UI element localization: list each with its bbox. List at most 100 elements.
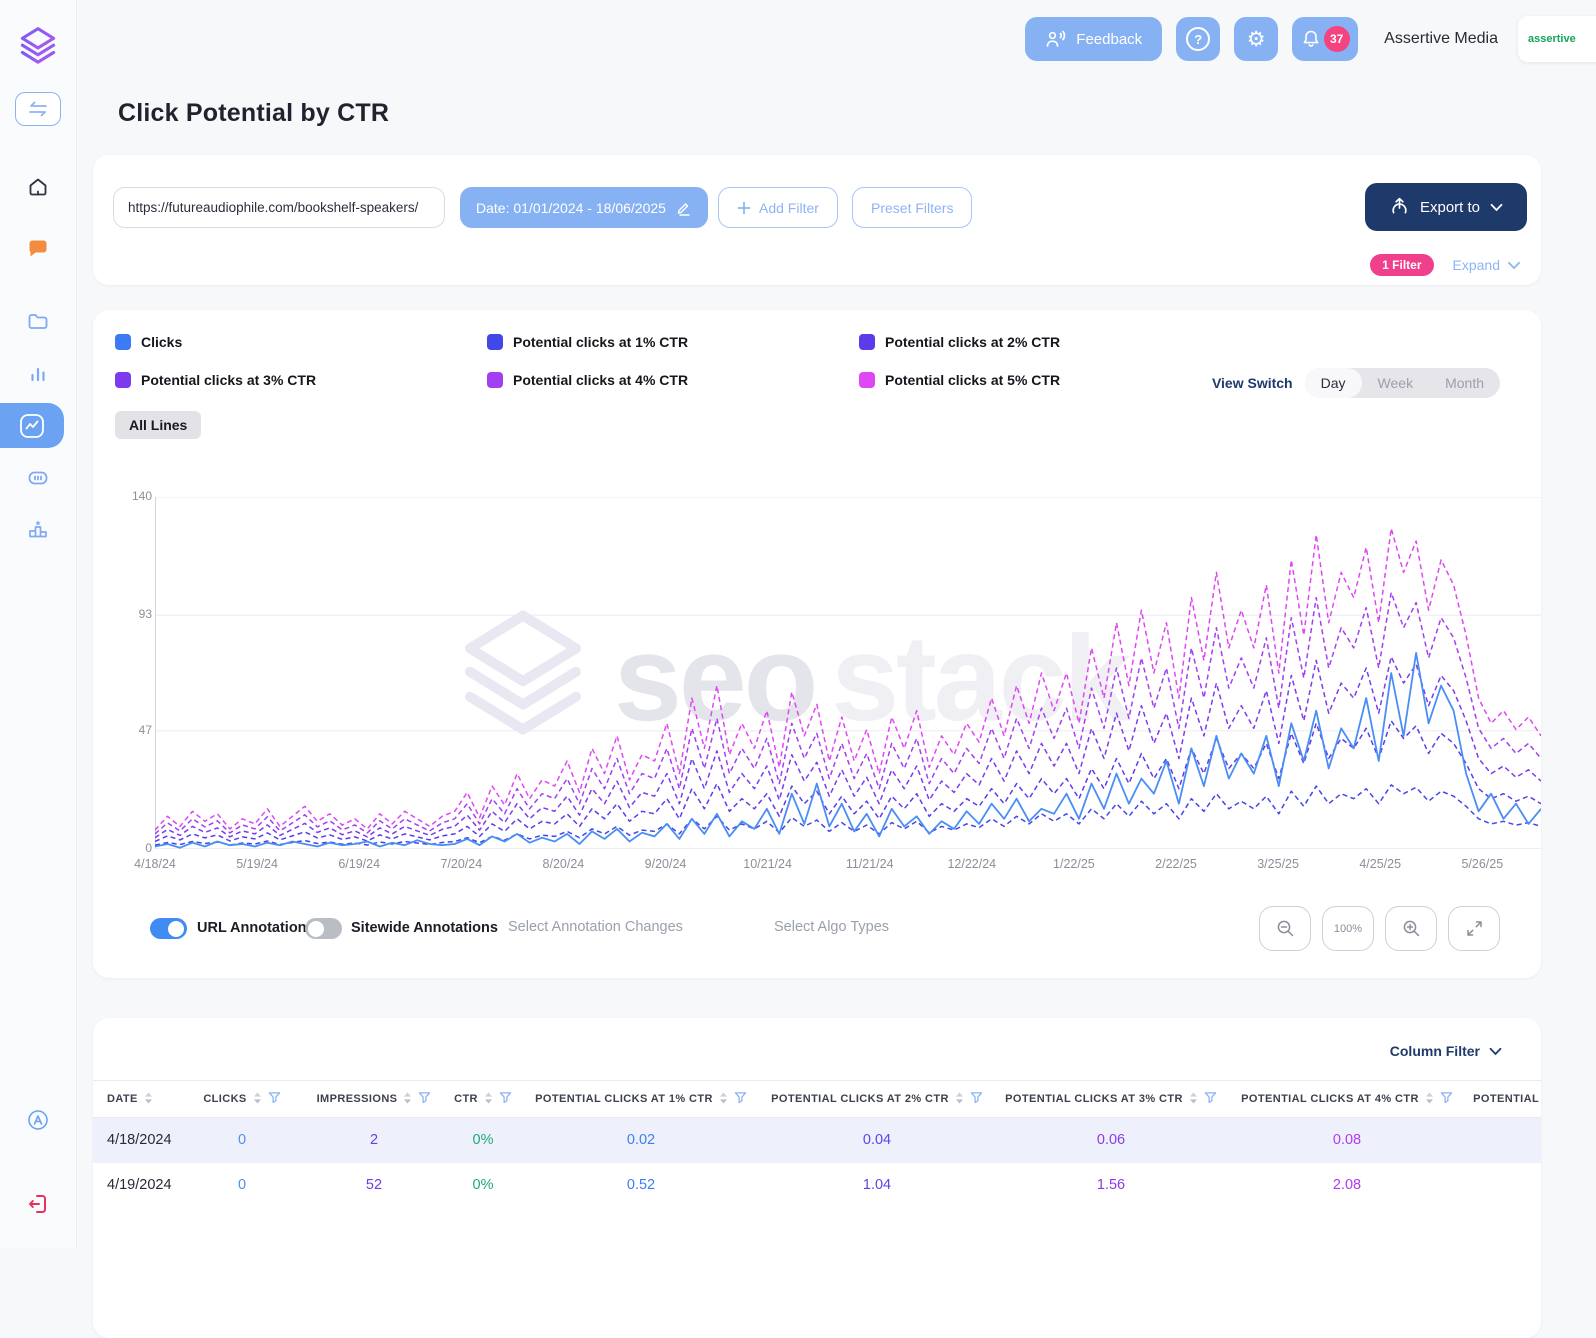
help-button[interactable]: ? [1176,17,1221,61]
column-header-7[interactable]: POTENTIAL CLICKS AT 4% CTR [1229,1080,1465,1118]
filter-funnel-icon[interactable] [970,1091,983,1107]
sort-icon[interactable] [253,1092,262,1107]
filter-funnel-icon[interactable] [734,1091,747,1107]
cell: 0.06 [1096,1132,1126,1149]
sort-icon[interactable] [1425,1092,1434,1107]
gear-icon: ⚙ [1246,27,1266,51]
sidebar-item-folder[interactable] [26,310,50,334]
legend-label: Clicks [141,334,183,350]
sidebar-item-bar-chart[interactable] [26,362,50,386]
column-header-label: IMPRESSIONS [316,1093,398,1105]
sort-icon[interactable] [719,1092,728,1107]
x-tick-label: 4/25/25 [1359,857,1402,871]
edit-pencil-icon [677,202,690,216]
filter-funnel-icon[interactable] [1440,1091,1453,1107]
view-switch-option-day[interactable]: Day [1304,368,1362,398]
sort-icon[interactable] [144,1092,153,1107]
zoom-level-button[interactable]: 100% [1322,906,1374,951]
notifications-button[interactable]: 37 [1292,17,1359,61]
legend-swatch [487,372,503,388]
y-tick-label: 93 [138,607,152,622]
column-header-label: POTENTIAL CLICKS AT 4% CTR [1241,1093,1419,1105]
url-filter-input[interactable] [113,187,445,228]
select-annotation-changes-dropdown[interactable]: Select Annotation Changes [502,918,689,936]
line-chart-icon [20,413,44,438]
sidebar-item-assistant[interactable] [26,1108,50,1132]
expand-label: Expand [1452,257,1500,273]
sidebar-collapse-button[interactable] [15,92,61,126]
sidebar-item-line-chart-active[interactable] [0,403,64,448]
legend-item-1[interactable]: Potential clicks at 1% CTR [487,334,859,350]
date-range-button[interactable]: Date: 01/01/2024 - 18/06/2025 [460,187,708,228]
url-annotations-toggle[interactable] [150,918,187,939]
column-header-2[interactable]: IMPRESSIONS [303,1080,445,1118]
view-switch-option-month[interactable]: Month [1429,368,1500,398]
series-potential-clicks-at-5-ctr [155,527,1541,831]
chevron-down-icon [1490,203,1503,211]
cell: 0.08 [1332,1132,1362,1149]
sort-icon[interactable] [1189,1092,1198,1107]
cell: 0 [237,1177,247,1193]
x-tick-label: 6/19/24 [338,857,381,871]
filter-funnel-icon[interactable] [418,1091,431,1107]
chart-plot-area[interactable] [155,497,1541,849]
settings-button[interactable]: ⚙ [1234,17,1279,61]
export-label: Export to [1419,198,1481,216]
filter-funnel-icon[interactable] [1204,1091,1217,1107]
legend-label: Potential clicks at 4% CTR [513,372,689,388]
column-header-label: POTENTIAL CLICKS AT 5% CTR [1473,1093,1541,1105]
filter-funnel-icon[interactable] [268,1091,281,1107]
column-header-1[interactable]: CLICKS [181,1080,303,1118]
help-icon: ? [1186,27,1211,51]
column-filter-button[interactable]: Column Filter [1384,1042,1508,1060]
preset-filters-button[interactable]: Preset Filters [852,187,973,228]
column-header-4[interactable]: POTENTIAL CLICKS AT 1% CTR [521,1080,761,1118]
column-header-6[interactable]: POTENTIAL CLICKS AT 3% CTR [993,1080,1229,1118]
export-button[interactable]: Export to [1365,183,1527,231]
x-tick-label: 11/21/24 [845,857,894,871]
bell-icon [1303,30,1319,47]
feedback-button[interactable]: Feedback [1025,17,1163,61]
column-header-5[interactable]: POTENTIAL CLICKS AT 2% CTR [761,1080,993,1118]
view-switch-option-week[interactable]: Week [1362,368,1430,398]
sort-icon[interactable] [955,1092,964,1107]
cell [1465,1118,1541,1163]
sidebar-item-leaderboard[interactable] [26,517,50,541]
column-header-8[interactable]: POTENTIAL CLICKS AT 5% CTR [1465,1080,1541,1118]
legend-item-4[interactable]: Potential clicks at 4% CTR [487,372,859,388]
legend-item-3[interactable]: Potential clicks at 3% CTR [115,372,487,388]
column-header-label: POTENTIAL CLICKS AT 3% CTR [1005,1093,1183,1105]
table-row-4/19/2024: 4/19/2024 0 52 0% 0.52 1.04 1.56 2.08 [93,1163,1541,1208]
select-algo-types-dropdown[interactable]: Select Algo Types [768,918,895,936]
sidebar-item-chat[interactable] [26,238,51,260]
filter-funnel-icon[interactable] [499,1091,512,1107]
sidebar-item-home[interactable] [26,175,50,199]
cell: 2.08 [1332,1177,1362,1193]
add-filter-button[interactable]: Add Filter [718,187,838,228]
legend-swatch [859,334,875,350]
sitewide-annotations-toggle[interactable] [305,918,342,939]
expand-filters-button[interactable]: Expand [1447,256,1527,274]
y-tick-label: 0 [145,841,152,855]
column-header-0[interactable]: DATE [93,1080,181,1118]
sidebar-item-logout[interactable] [26,1192,50,1216]
zoom-in-button[interactable] [1385,906,1437,951]
legend-label: Potential clicks at 5% CTR [885,372,1061,388]
fullscreen-button[interactable] [1448,906,1500,951]
all-lines-button[interactable]: All Lines [115,411,202,439]
legend-item-5[interactable]: Potential clicks at 5% CTR [859,372,1231,388]
legend-item-2[interactable]: Potential clicks at 2% CTR [859,334,1231,350]
folder-icon [28,314,48,329]
assistant-a-icon [28,1110,48,1130]
zoom-out-button[interactable] [1259,906,1311,951]
sidebar-item-sliders[interactable] [26,466,50,490]
column-header-label: DATE [107,1093,138,1105]
sort-icon[interactable] [403,1092,412,1107]
chart-card: Clicks Potential clicks at 1% CTR Potentia… [93,310,1541,978]
legend-label: Potential clicks at 1% CTR [513,334,689,350]
column-header-3[interactable]: CTR [445,1080,521,1118]
legend-swatch [115,334,131,350]
notification-count-badge: 37 [1323,26,1350,52]
sort-icon[interactable] [484,1092,493,1107]
legend-item-0[interactable]: Clicks [115,334,487,350]
